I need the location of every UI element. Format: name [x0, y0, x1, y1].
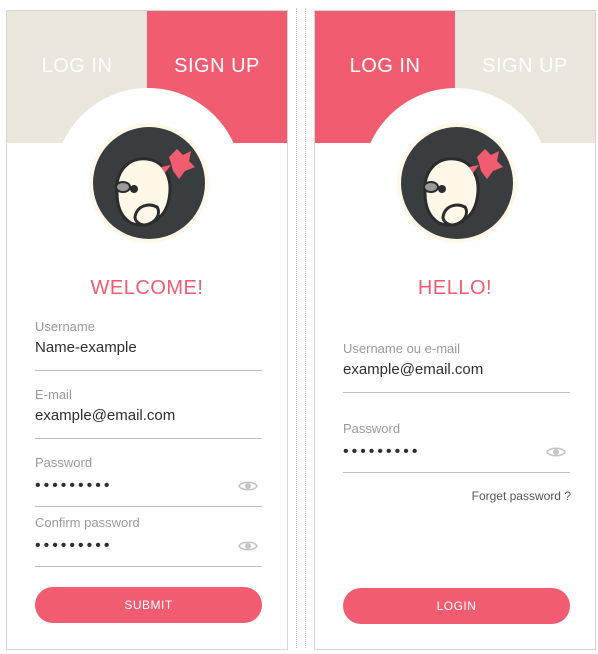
submit-button[interactable]: SUBMIT	[35, 587, 262, 623]
confirm-password-field[interactable]: Confirm password •••••••••	[35, 515, 262, 567]
email-label: E-mail	[35, 387, 72, 402]
confirm-password-label: Confirm password	[35, 515, 140, 530]
penguin-avatar-icon	[89, 123, 209, 243]
welcome-heading: WELCOME!	[90, 277, 204, 299]
username-value: Name-example	[35, 339, 137, 356]
signup-card: LOG IN SIGN UP WELCOME! Username Name-ex…	[6, 10, 288, 650]
eye-icon[interactable]	[238, 539, 258, 553]
login-card: LOG IN SIGN UP HELLO! Username ou e-mail…	[314, 10, 596, 650]
username-label: Username	[35, 319, 95, 334]
email-field[interactable]: E-mail example@email.com	[35, 387, 262, 439]
panel-divider	[296, 8, 306, 648]
email-value: example@email.com	[35, 407, 176, 424]
forgot-password-link[interactable]: Forget password ?	[472, 489, 571, 503]
eye-icon[interactable]	[546, 445, 566, 459]
username-field[interactable]: Username Name-example	[35, 319, 262, 371]
password-value: •••••••••	[35, 477, 113, 494]
username-email-label: Username ou e-mail	[343, 341, 461, 356]
password-field[interactable]: Password •••••••••	[35, 455, 262, 507]
hello-heading: HELLO!	[417, 277, 493, 299]
username-email-value: example@email.com	[343, 361, 484, 378]
password-field[interactable]: Password •••••••••	[343, 421, 570, 473]
confirm-password-value: •••••••••	[35, 537, 113, 554]
password-label: Password	[343, 421, 401, 436]
penguin-avatar-icon	[397, 123, 517, 243]
password-label: Password	[35, 455, 93, 470]
username-email-field[interactable]: Username ou e-mail example@email.com	[343, 341, 570, 393]
login-button[interactable]: LOGIN	[343, 588, 570, 624]
eye-icon[interactable]	[238, 479, 258, 493]
password-value: •••••••••	[343, 443, 421, 460]
